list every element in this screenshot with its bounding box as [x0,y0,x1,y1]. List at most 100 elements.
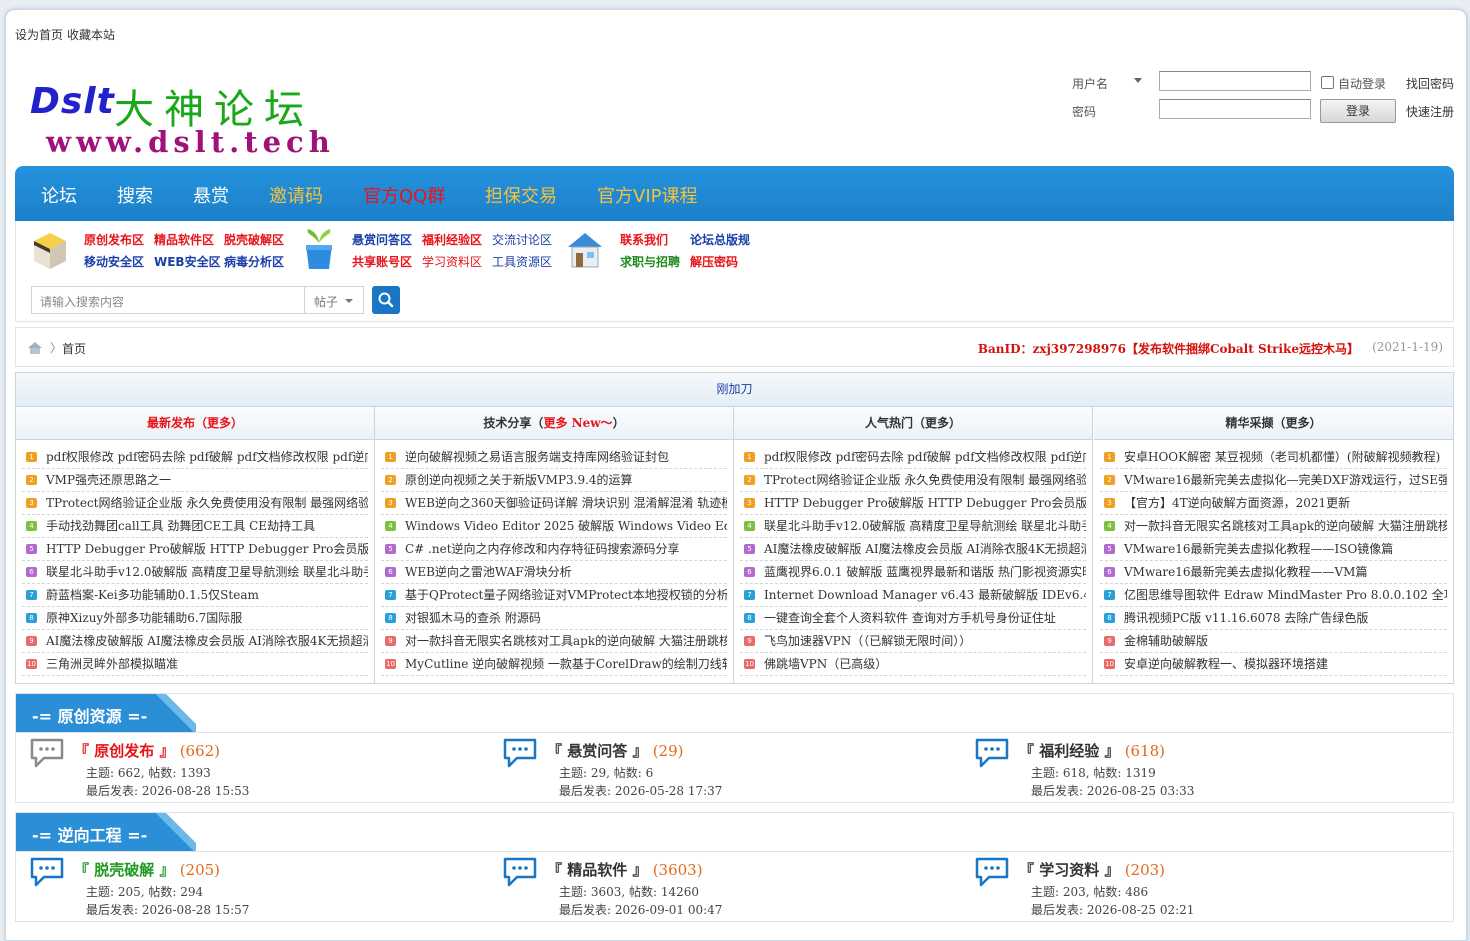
thread-link[interactable]: 5 HTTP Debugger Pro破解版 HTTP Debugger Pro会… [22,538,368,561]
thread-link[interactable]: 1 安卓HOOK解密 某豆视频（老司机都懂）(附破解视频教程) [1100,446,1447,469]
thread-link[interactable]: 4 手动找劲舞团call工具 劲舞团CE工具 CE劫持工具 [22,515,368,538]
forum-last-post[interactable]: 最后发表: 2026-08-25 02:21 [1031,901,1194,918]
thread-link[interactable]: 3 【官方】4T逆向破解方面资源，2021更新 [1100,492,1447,515]
thread-link[interactable]: 9 AI魔法橡皮破解版 AI魔法橡皮会员版 AI消除衣服4K无损超清 [22,630,368,653]
nav-search[interactable]: 搜索 [117,182,153,208]
quick-link-welfare[interactable]: 福利经验区 [422,231,482,248]
thread-link[interactable]: 9 金棉辅助破解版 [1100,630,1447,653]
username-input[interactable] [1159,71,1311,91]
forum-entry[interactable]: 『 悬赏问答 』 (29) 主题: 29, 帖数: 6 最后发表: 2026-05-… [503,738,953,798]
thread-link[interactable]: 6 WEB逆向之雷池WAF滑块分析 [381,561,727,584]
thread-link[interactable]: 4 对一款抖音无限实名跳核对工具apk的逆向破解 大猫注册跳核 [1100,515,1447,538]
username-type-dropdown[interactable] [1134,78,1142,83]
forum-name[interactable]: 『 福利经验 』 (618) [1019,740,1165,761]
forum-name[interactable]: 『 学习资料 』 (203) [1019,859,1165,880]
quick-link-reward-qa[interactable]: 悬赏问答区 [352,231,412,248]
quick-link-tools[interactable]: 工具资源区 [492,253,552,270]
home-icon[interactable] [27,341,43,355]
forum-last-post[interactable]: 最后发表: 2026-08-28 15:53 [86,782,249,799]
thread-link[interactable]: 8 对银狐木马的查杀 附源码 [381,607,727,630]
thread-link[interactable]: 10 三角洲灵眸外部模拟瞄准 [22,653,368,676]
quick-link-web-security[interactable]: WEB安全区 [154,253,221,270]
chevron-down-icon[interactable] [345,299,353,303]
thread-link[interactable]: 3 TProtect网络验证企业版 永久免费使用没有限制 最强网络验证 [22,492,368,515]
column-header[interactable]: 最新发布（更多） [16,407,374,440]
thread-link[interactable]: 7 基于QProtect量子网络验证对VMProtect本地授权锁的分析与 [381,584,727,607]
nav-escrow[interactable]: 担保交易 [485,182,557,208]
thread-link[interactable]: 9 飞鸟加速器VPN（（已解锁无限时间）） [740,630,1086,653]
quick-link-discussion[interactable]: 交流讨论区 [492,231,552,248]
forum-entry[interactable]: 『 原创发布 』 (662) 主题: 662, 帖数: 1393 最后发表: 202… [30,738,480,798]
thread-link[interactable]: 6 VMware16最新完美去虚拟化教程——VM篇 [1100,561,1447,584]
forum-entry[interactable]: 『 福利经验 』 (618) 主题: 618, 帖数: 1319 最后发表: 202… [975,738,1425,798]
forum-entry[interactable]: 『 学习资料 』 (203) 主题: 203, 帖数: 486 最后发表: 2026… [975,857,1425,917]
column-header[interactable]: 技术分享（更多 New～） [375,407,733,440]
thread-link[interactable]: 1 逆向破解视频之易语言服务端支持库网络验证封包 [381,446,727,469]
forum-entry[interactable]: 『 精品软件 』 (3603) 主题: 3603, 帖数: 14260 最后发表: … [503,857,953,917]
auto-login-checkbox[interactable] [1321,76,1334,89]
thread-link[interactable]: 10 佛跳墙VPN（已高级） [740,653,1086,676]
thread-link[interactable]: 8 腾讯视频PC版 v11.16.6078 去除广告绿色版 [1100,607,1447,630]
forum-name[interactable]: 『 悬赏问答 』 (29) [547,740,683,761]
announcement-link[interactable]: BanID：zxj397298976【发布软件捆绑Cobalt Strike远控… [978,340,1359,357]
thread-link[interactable]: 2 原创逆向视频之关于新版VMP3.9.4的运算 [381,469,727,492]
thread-link[interactable]: 8 一键查询全套个人资料软件 查询对方手机号身份证住址 [740,607,1086,630]
login-button[interactable]: 登录 [1320,99,1396,123]
nav-reward[interactable]: 悬赏 [193,182,229,208]
quick-link-contact-us[interactable]: 联系我们 [620,231,668,248]
column-header[interactable]: 人气热门（更多） [734,407,1092,440]
nav-forum[interactable]: 论坛 [41,182,77,208]
thread-link[interactable]: 5 AI魔法橡皮破解版 AI魔法橡皮会员版 AI消除衣服4K无损超清 [740,538,1086,561]
thread-link[interactable]: 6 蓝鹰视界6.0.1 破解版 蓝鹰视界最新和谐版 热门影视资源实时 [740,561,1086,584]
nav-vip-course[interactable]: 官方VIP课程 [597,182,697,208]
thread-link[interactable]: 4 Windows Video Editor 2025 破解版 Windows V… [381,515,727,538]
thread-link[interactable]: 3 HTTP Debugger Pro破解版 HTTP Debugger Pro会… [740,492,1086,515]
thread-link[interactable]: 2 VMware16最新完美去虚拟化—完美DXF游戏运行，过SE强壳 [1100,469,1447,492]
thread-link[interactable]: 2 VMP强壳还原思路之一 [22,469,368,492]
thread-link[interactable]: 3 WEB逆向之360天御验证码详解 滑块识别 混淆解混淆 轨迹模 [381,492,727,515]
quick-register-link[interactable]: 快速注册 [1406,103,1454,120]
auto-login-label[interactable]: 自动登录 [1338,75,1386,92]
username-label[interactable]: 用户名 [1072,75,1108,92]
thread-link[interactable]: 8 原神Xizuy外部多功能辅助6.7国际服 [22,607,368,630]
section-header[interactable]: -= 原创资源 =- [16,694,1453,733]
quick-link-unpacking[interactable]: 脱壳破解区 [224,231,284,248]
forum-last-post[interactable]: 最后发表: 2026-08-28 15:57 [86,901,249,918]
site-logo[interactable]: Dslt 大神论坛 www.dslt.tech [26,73,330,163]
thread-link[interactable]: 7 蔚蓝档案-Kei多功能辅助0.1.5仅Steam [22,584,368,607]
nav-invite-code[interactable]: 邀请码 [269,182,323,208]
thread-link[interactable]: 7 Internet Download Manager v6.43 最新破解版 I… [740,584,1086,607]
forum-last-post[interactable]: 最后发表: 2026-08-25 03:33 [1031,782,1194,799]
quick-link-shared-accounts[interactable]: 共享账号区 [352,253,412,270]
search-button[interactable] [372,286,400,314]
quick-link-original[interactable]: 原创发布区 [84,231,144,248]
thread-link[interactable]: 10 安卓逆向破解教程一、模拟器环境搭建 [1100,653,1447,676]
search-input[interactable]: 请输入搜索内容 [40,293,124,310]
find-password-link[interactable]: 找回密码 [1406,75,1454,92]
forum-name[interactable]: 『 原创发布 』 (662) [74,740,220,761]
quick-link-jobs[interactable]: 求职与招聘 [620,253,680,270]
forum-last-post[interactable]: 最后发表: 2026-09-01 00:47 [559,901,722,918]
breadcrumb-home[interactable]: 首页 [62,340,86,357]
forum-name[interactable]: 『 脱壳破解 』 (205) [74,859,220,880]
quick-link-forum-rules[interactable]: 论坛总版规 [690,231,750,248]
thread-link[interactable]: 2 TProtect网络验证企业版 永久免费使用没有限制 最强网络验证 [740,469,1086,492]
forum-name[interactable]: 『 精品软件 』 (3603) [547,859,703,880]
thread-link[interactable]: 1 pdf权限修改 pdf密码去除 pdf破解 pdf文档修改权限 pdf逆向工 [740,446,1086,469]
bookmark-link[interactable]: 收藏本站 [67,28,115,42]
quick-link-premium-software[interactable]: 精品软件区 [154,231,214,248]
nav-qq-group[interactable]: 官方QQ群 [363,182,445,208]
thread-link[interactable]: 9 对一款抖音无限实名跳核对工具apk的逆向破解 大猫注册跳核 [381,630,727,653]
quick-link-study-materials[interactable]: 学习资料区 [422,253,482,270]
quick-link-unzip-password[interactable]: 解压密码 [690,253,738,270]
thread-link[interactable]: 6 联星北斗助手v12.0破解版 高精度卫星导航测绘 联星北斗助手 [22,561,368,584]
section-header[interactable]: -= 逆向工程 =- [16,813,1453,852]
quick-link-mobile-security[interactable]: 移动安全区 [84,253,144,270]
thread-link[interactable]: 4 联星北斗助手v12.0破解版 高精度卫星导航测绘 联星北斗助手 [740,515,1086,538]
thread-link[interactable]: 7 亿图思维导图软件 Edraw MindMaster Pro 8.0.0.102… [1100,584,1447,607]
search-type-select[interactable]: 帖子 [314,293,338,310]
thread-link[interactable]: 5 VMware16最新完美去虚拟化教程——ISO镜像篇 [1100,538,1447,561]
quick-link-virus-analysis[interactable]: 病毒分析区 [224,253,284,270]
column-header[interactable]: 精华采撷（更多） [1094,407,1453,440]
set-homepage-link[interactable]: 设为首页 [15,28,63,42]
